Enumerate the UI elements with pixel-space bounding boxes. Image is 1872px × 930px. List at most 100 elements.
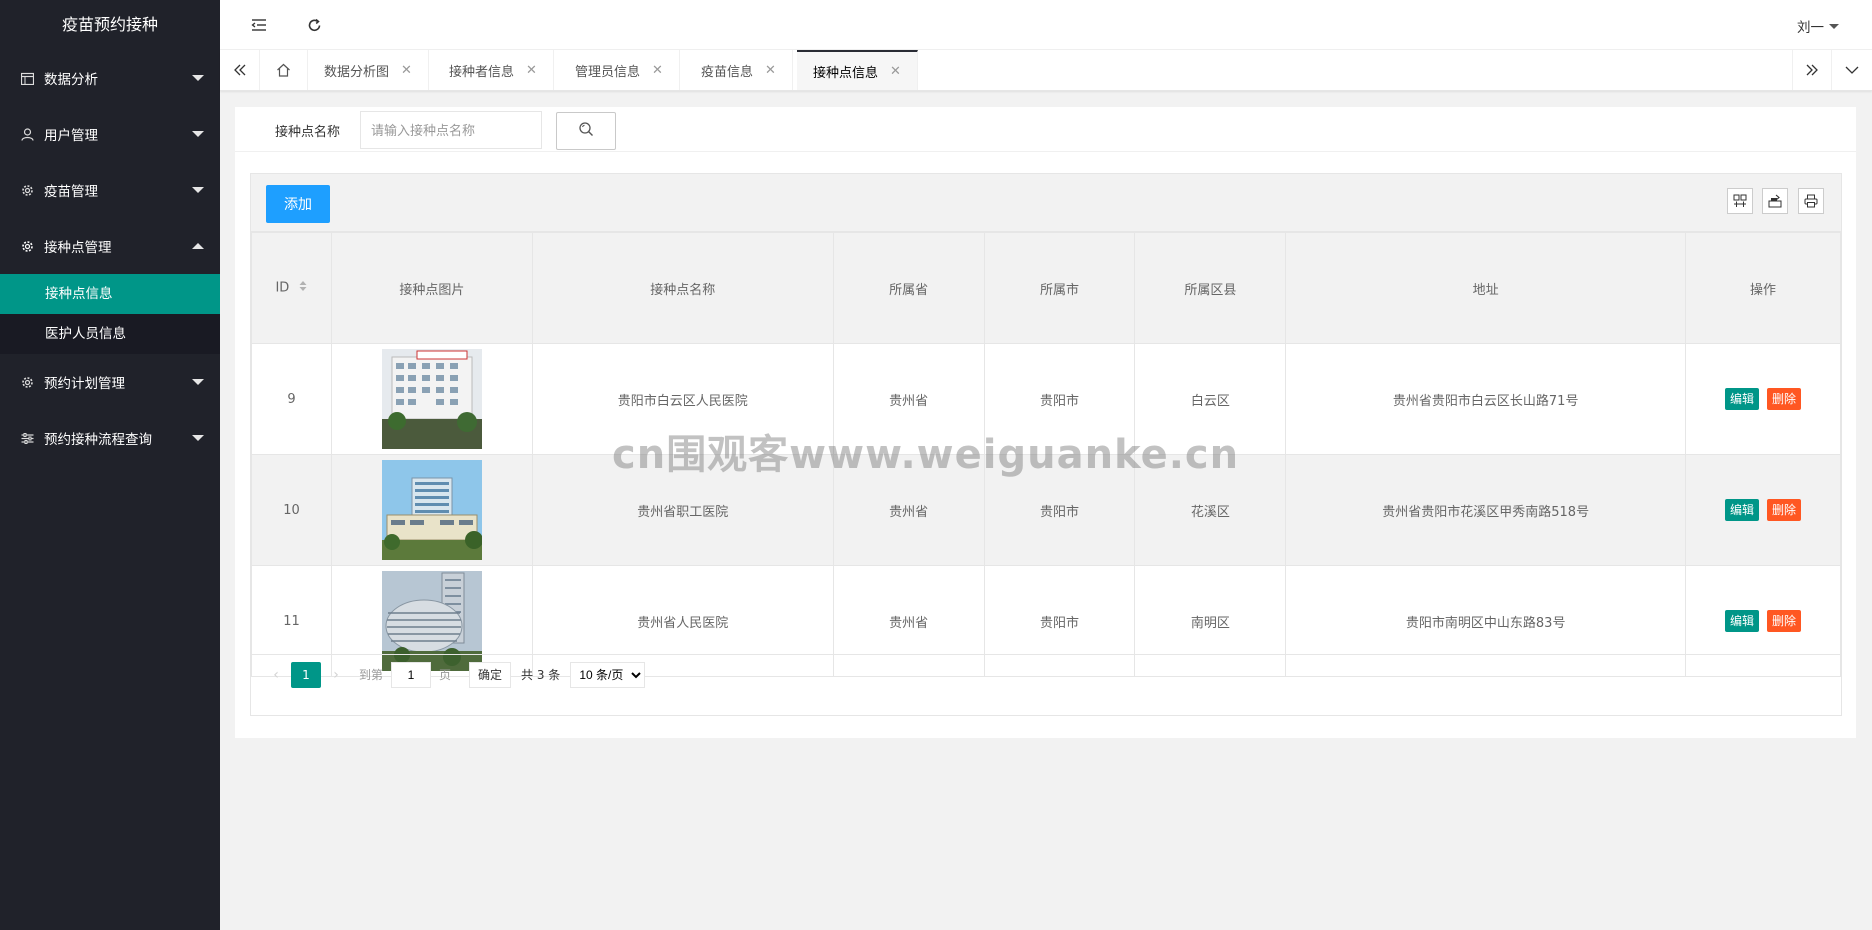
cell-actions: 编辑 删除 <box>1685 454 1841 566</box>
edit-button[interactable]: 编辑 <box>1725 499 1760 521</box>
sidebar-subitem-site-info[interactable]: 接种点信息 <box>0 274 220 314</box>
app-title: 疫苗预约接种 <box>61 15 158 34</box>
table-header-row: ID 接种点图片 接种点名称 所属省 所属市 所属区县 地址 操作 <box>251 232 1841 344</box>
cell-city: 贵阳市 <box>983 343 1136 455</box>
close-icon[interactable]: ✕ <box>890 64 901 79</box>
search-icon <box>578 121 594 141</box>
columns-filter-icon[interactable] <box>1727 188 1753 214</box>
goto-confirm-button[interactable]: 确定 <box>469 661 512 688</box>
tab-admins[interactable]: 管理员信息 ✕ <box>559 50 680 90</box>
chevron-down-icon <box>192 379 204 385</box>
tab-data-analysis[interactable]: 数据分析图 ✕ <box>308 50 429 90</box>
chevron-down-icon <box>1829 23 1839 29</box>
delete-button[interactable]: 删除 <box>1767 610 1802 632</box>
tab-label: 管理员信息 <box>575 64 641 80</box>
sidebar: 疫苗预约接种 数据分析 用户管理 疫苗管理 接种点管理 接种点信息 医护人员信息 <box>0 0 220 930</box>
column-header-image: 接种点图片 <box>330 232 533 344</box>
edit-button[interactable]: 编辑 <box>1725 388 1760 410</box>
column-header-province: 所属省 <box>832 232 985 344</box>
tab-label: 接种者信息 <box>449 64 515 80</box>
cell-address: 贵州省贵阳市白云区长山路71号 <box>1285 343 1687 455</box>
cell-image <box>330 343 533 455</box>
gear-icon <box>20 375 34 389</box>
sidebar-item-label: 用户管理 <box>44 128 98 144</box>
column-header-address: 地址 <box>1285 232 1687 344</box>
cell-actions: 编辑 删除 <box>1685 343 1841 455</box>
table-row: 9 贵阳市白云区人民医院 贵州省 贵阳市 白云区 贵州省贵阳市白云区长山路71号… <box>251 343 1841 455</box>
pagination: ‹ 1 › 到第 页 确定 共 3 条 10 条/页 <box>251 654 1841 694</box>
main-content: 接种点名称 添加 <box>235 107 1856 738</box>
user-menu[interactable]: 刘一 <box>1797 16 1839 36</box>
add-button[interactable]: 添加 <box>266 185 330 223</box>
column-header-city: 所属市 <box>983 232 1136 344</box>
search-input[interactable] <box>360 111 542 149</box>
tab-label: 数据分析图 <box>324 64 390 80</box>
sidebar-item-label: 接种点管理 <box>44 240 112 256</box>
edit-button[interactable]: 编辑 <box>1725 610 1760 632</box>
column-header-id[interactable]: ID <box>251 232 332 344</box>
calendar-icon <box>20 71 34 85</box>
chevron-down-icon <box>192 131 204 137</box>
sites-table: ID 接种点图片 接种点名称 所属省 所属市 所属区县 地址 操作 9 贵阳市白… <box>251 232 1841 677</box>
sort-icon[interactable] <box>299 280 307 296</box>
cell-id: 9 <box>251 343 332 455</box>
close-icon[interactable]: ✕ <box>765 63 776 78</box>
tabs-scroll-left-icon[interactable] <box>220 50 260 90</box>
user-icon <box>20 127 34 141</box>
cell-name: 贵阳市白云区人民医院 <box>531 343 834 455</box>
close-icon[interactable]: ✕ <box>652 63 663 78</box>
sidebar-item-label: 预约计划管理 <box>44 376 125 392</box>
total-count: 共 3 条 <box>521 668 561 682</box>
sliders-icon <box>20 431 34 445</box>
column-header-district: 所属区县 <box>1134 232 1287 344</box>
hospital-photo <box>381 349 482 449</box>
gear-icon <box>20 183 34 197</box>
goto-label: 到第 <box>359 668 384 682</box>
delete-button[interactable]: 删除 <box>1767 388 1802 410</box>
goto-page-input[interactable] <box>391 661 432 688</box>
next-page-icon[interactable]: › <box>321 667 351 683</box>
tab-bar: 数据分析图 ✕ 接种者信息 ✕ 管理员信息 ✕ 疫苗信息 ✕ 接种点信息 ✕ <box>220 50 1872 91</box>
cell-address: 贵州省贵阳市花溪区甲秀南路518号 <box>1285 454 1687 566</box>
sidebar-item-vaccine-management[interactable]: 疫苗管理 <box>0 162 220 218</box>
export-icon[interactable] <box>1762 188 1788 214</box>
sidebar-item-user-management[interactable]: 用户管理 <box>0 106 220 162</box>
table-row: 10 贵州省职工医院 贵州省 贵阳市 花溪区 贵州省贵阳市花溪区甲秀南路518号… <box>251 454 1841 566</box>
cell-image <box>330 454 533 566</box>
column-header-name: 接种点名称 <box>531 232 834 344</box>
sidebar-item-process-query[interactable]: 预约接种流程查询 <box>0 410 220 466</box>
sidebar-item-plan-management[interactable]: 预约计划管理 <box>0 354 220 410</box>
page-label: 页 <box>439 668 452 682</box>
page-number-current[interactable]: 1 <box>291 661 321 688</box>
close-icon[interactable]: ✕ <box>401 63 412 78</box>
table-toolbar: 添加 <box>251 174 1841 232</box>
search-button[interactable] <box>556 112 616 150</box>
sidebar-subitem-medical-staff[interactable]: 医护人员信息 <box>0 314 220 354</box>
sidebar-item-site-management[interactable]: 接种点管理 <box>0 218 220 274</box>
tab-vaccines[interactable]: 疫苗信息 ✕ <box>685 50 793 90</box>
close-icon[interactable]: ✕ <box>526 63 537 78</box>
tab-sites[interactable]: 接种点信息 ✕ <box>797 50 918 90</box>
tab-label: 接种点信息 <box>813 65 879 81</box>
user-name: 刘一 <box>1797 20 1824 36</box>
tabs-scroll-right-icon[interactable] <box>1792 50 1832 90</box>
cell-district: 白云区 <box>1134 343 1287 455</box>
top-header: 刘一 <box>220 0 1872 50</box>
chevron-up-icon <box>192 243 204 249</box>
tab-recipients[interactable]: 接种者信息 ✕ <box>433 50 554 90</box>
menu-collapse-icon[interactable] <box>248 14 270 36</box>
sidebar-item-data-analysis[interactable]: 数据分析 <box>0 50 220 106</box>
delete-button[interactable]: 删除 <box>1767 499 1802 521</box>
cell-province: 贵州省 <box>832 343 985 455</box>
home-icon[interactable] <box>260 50 308 90</box>
search-bar: 接种点名称 <box>235 107 1856 152</box>
sidebar-submenu: 接种点信息 医护人员信息 <box>0 274 220 354</box>
page-size-select[interactable]: 10 条/页 <box>570 661 646 688</box>
print-icon[interactable] <box>1798 188 1824 214</box>
cell-name: 贵州省职工医院 <box>531 454 834 566</box>
tabs-menu-chevron-down-icon[interactable] <box>1832 50 1872 90</box>
sidebar-item-label: 疫苗管理 <box>44 184 98 200</box>
refresh-icon[interactable] <box>303 14 325 36</box>
search-label: 接种点名称 <box>275 125 341 140</box>
prev-page-icon[interactable]: ‹ <box>261 667 291 683</box>
